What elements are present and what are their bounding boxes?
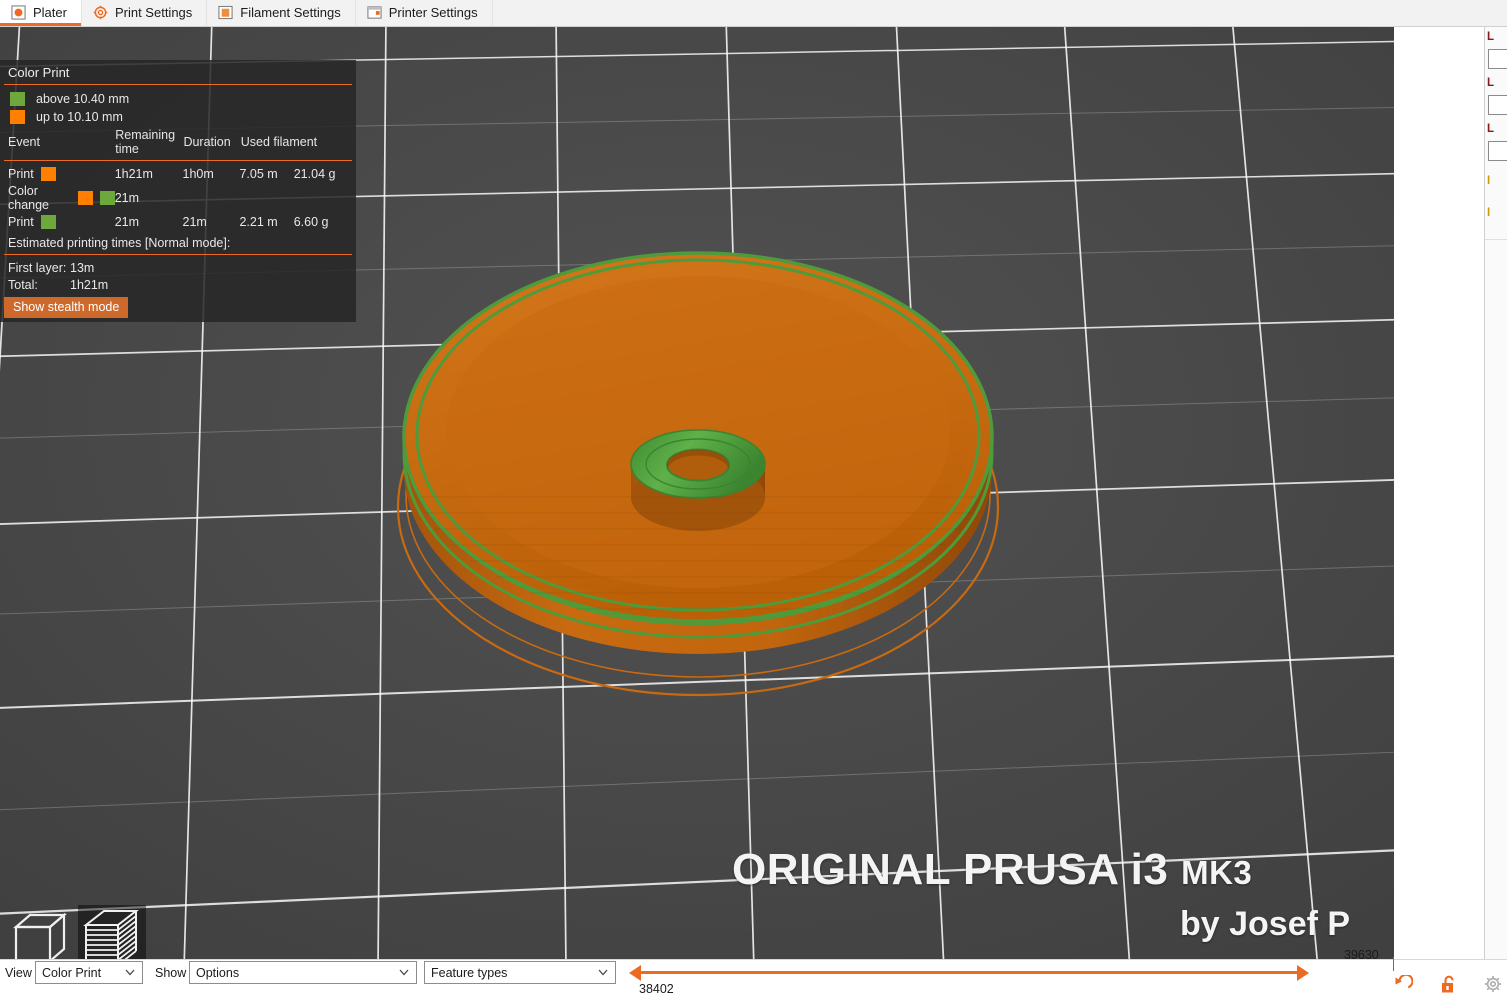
event-length: 2.21 m	[239, 214, 278, 229]
event-duration: 21m	[182, 214, 207, 229]
panel-label-accent: I	[1487, 175, 1491, 187]
filament-settings-icon	[218, 5, 233, 20]
plater-icon	[11, 5, 26, 20]
event-label: Color change	[8, 183, 50, 212]
event-length: 7.05 m	[239, 166, 278, 181]
gear-icon[interactable]	[1484, 975, 1502, 993]
legend-title: Color Print	[8, 65, 70, 80]
view-select[interactable]: Color Print	[35, 961, 143, 984]
estimate-row-first-layer: First layer: 13m	[0, 259, 356, 276]
estimate-row-total: Total: 1h21m	[0, 276, 356, 293]
chevron-down-icon	[125, 969, 135, 976]
tab-plater[interactable]: Plater	[0, 0, 82, 26]
printer-settings-icon	[367, 6, 382, 19]
legend-color-row: up to 10.10 mm	[0, 108, 356, 126]
col-remaining-time: Remaining time	[115, 127, 176, 156]
main-tab-bar: Plater Print Settings Filament Settings …	[0, 0, 1507, 27]
print-settings-icon	[93, 5, 108, 20]
estimate-value: 13m	[70, 260, 95, 275]
view-select-value: Color Print	[42, 965, 102, 980]
panel-field[interactable]	[1488, 49, 1507, 69]
estimated-divider	[4, 254, 352, 255]
show-label: Show	[155, 966, 187, 980]
col-used-filament: Used filament	[240, 134, 318, 149]
color-label-upper: above 10.40 mm	[36, 92, 130, 106]
panel-label: L	[1487, 77, 1495, 89]
panel-label-accent: I	[1487, 207, 1491, 219]
legend-table-divider	[4, 160, 352, 161]
moves-slider-tick	[1393, 957, 1394, 971]
tab-filament-settings-label: Filament Settings	[240, 5, 341, 20]
panel-label: L	[1487, 31, 1495, 43]
panel-divider	[1485, 239, 1507, 240]
estimate-key: Total:	[8, 277, 38, 292]
moves-slider-max-value: 39630	[1344, 948, 1379, 962]
event-weight: 6.60 g	[293, 214, 329, 229]
moves-slider-min-value: 38402	[639, 982, 674, 996]
unlock-icon[interactable]	[1440, 975, 1458, 995]
bed-logo-subtext: by Josef P	[1180, 905, 1351, 943]
moves-slider-lower-handle[interactable]	[629, 965, 641, 981]
tab-printer-settings-label: Printer Settings	[388, 5, 478, 20]
estimated-times-title: Estimated printing times [Normal mode]:	[8, 236, 231, 250]
bed-logo-main: ORIGINAL PRUSA i3	[732, 845, 1169, 894]
3d-editor-view-icon[interactable]	[6, 905, 74, 959]
legend-color-row: above 10.40 mm	[0, 90, 356, 108]
event-weight: 21.04 g	[293, 166, 336, 181]
legend-table-row: Print 1h21m 1h0m 7.05 m 21.04 g	[0, 165, 356, 182]
event-swatch	[40, 214, 56, 229]
panel-label: L	[1487, 123, 1495, 135]
revert-icon[interactable]	[1393, 975, 1413, 995]
event-remaining: 1h21m	[114, 166, 153, 181]
settings-side-panel-clipped[interactable]: L L L I I	[1484, 27, 1507, 959]
chevron-down-icon	[399, 969, 409, 976]
tab-filament-settings[interactable]: Filament Settings	[207, 0, 356, 26]
bed-logo-text: ORIGINAL PRUSA i3 MK3	[732, 845, 1252, 895]
col-duration: Duration	[183, 134, 231, 149]
legend-table-header: Event Remaining time Duration Used filam…	[0, 126, 356, 157]
tab-print-settings[interactable]: Print Settings	[81, 0, 208, 26]
panel-field[interactable]	[1488, 95, 1507, 115]
event-label: Print	[8, 166, 34, 181]
view-label: View	[5, 966, 32, 980]
panel-field[interactable]	[1488, 141, 1507, 161]
event-remaining: 21m	[114, 190, 140, 205]
estimate-value: 1h21m	[70, 277, 109, 292]
color-swatch-lower	[10, 110, 25, 124]
chevron-down-icon	[598, 969, 608, 976]
event-swatch-from	[77, 190, 93, 205]
legend-table-row: Print 21m 21m 2.21 m 6.60 g	[0, 213, 356, 230]
preview-layers-icon[interactable]	[78, 905, 146, 959]
moves-slider-track	[641, 971, 1297, 974]
color-label-lower: up to 10.10 mm	[36, 110, 123, 124]
tab-plater-label: Plater	[33, 5, 67, 20]
estimate-key: First layer:	[8, 260, 67, 275]
tab-printer-settings[interactable]: Printer Settings	[355, 0, 493, 26]
legend-table-row: Color change 21m	[0, 182, 356, 213]
event-remaining: 21m	[114, 214, 140, 229]
bed-logo-model: MK3	[1181, 854, 1253, 891]
3d-preview-viewport[interactable]: ORIGINAL PRUSA i3 MK3 by Josef P Color P…	[0, 27, 1394, 959]
show-stealth-mode-button[interactable]: Show stealth mode	[4, 297, 129, 318]
moves-slider-upper-handle[interactable]	[1297, 965, 1309, 981]
show-options-select[interactable]: Options	[189, 961, 417, 984]
view-mode-toolbar	[6, 905, 146, 959]
show-options-value: Options	[196, 965, 240, 980]
event-label: Print	[8, 214, 34, 229]
legend-divider	[4, 84, 352, 85]
event-swatch-to	[99, 190, 115, 205]
event-swatch	[40, 166, 56, 181]
color-print-legend: Color Print above 10.40 mm up to 10.10 m…	[0, 60, 356, 322]
tab-print-settings-label: Print Settings	[114, 5, 193, 20]
feature-types-value: Feature types	[431, 965, 508, 980]
col-event: Event	[8, 134, 40, 149]
feature-types-select[interactable]: Feature types	[424, 961, 616, 984]
moves-slider[interactable]	[629, 963, 1310, 981]
event-duration: 1h0m	[182, 166, 214, 181]
color-swatch-upper	[10, 92, 25, 106]
